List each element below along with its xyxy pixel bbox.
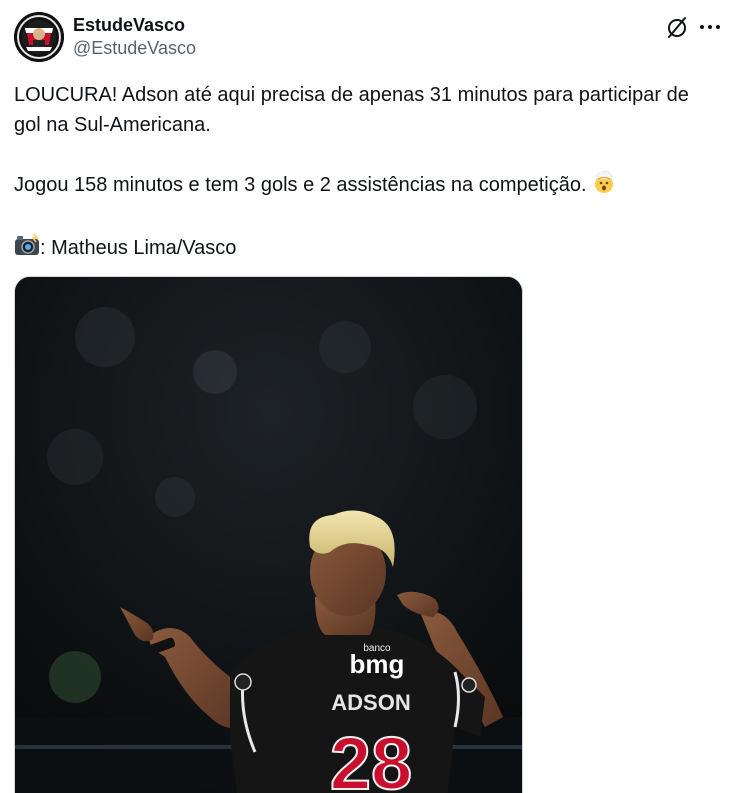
tweet-credit: : Matheus Lima/Vasco	[14, 233, 719, 266]
tweet-container: EstudeVasco @EstudeVasco LOUCURA! Adson …	[0, 0, 731, 793]
more-dots-icon[interactable]	[697, 14, 723, 40]
author-handle[interactable]: @EstudeVasco	[73, 36, 196, 60]
grok-slash-icon[interactable]	[664, 14, 690, 40]
tweet-photo[interactable]: banco bmg ADSON 28	[14, 276, 523, 793]
player-number-label: 28	[330, 722, 412, 793]
tweet-text: LOUCURA! Adson até aqui precisa de apena…	[14, 80, 719, 266]
author-names: EstudeVasco @EstudeVasco	[73, 14, 196, 60]
tweet-header: EstudeVasco @EstudeVasco	[14, 12, 720, 68]
tweet-line-2: Jogou 158 minutos e tem 3 gols e 2 assis…	[14, 170, 719, 203]
author-avatar[interactable]	[14, 12, 64, 62]
player-photo: banco bmg ADSON 28	[15, 277, 522, 793]
tweet-credit-text: : Matheus Lima/Vasco	[40, 237, 237, 259]
tweet-line-2-text: Jogou 158 minutos e tem 3 gols e 2 assis…	[14, 174, 587, 196]
exploding-head-emoji-icon	[592, 170, 616, 203]
author-display-name[interactable]: EstudeVasco	[73, 14, 196, 36]
camera-flash-emoji-icon	[14, 233, 40, 266]
sponsor-label: bmg	[350, 649, 405, 679]
tweet-line-1: LOUCURA! Adson até aqui precisa de apena…	[14, 84, 689, 136]
player-name-label: ADSON	[331, 690, 410, 715]
estudevasco-logo-icon	[14, 12, 64, 62]
